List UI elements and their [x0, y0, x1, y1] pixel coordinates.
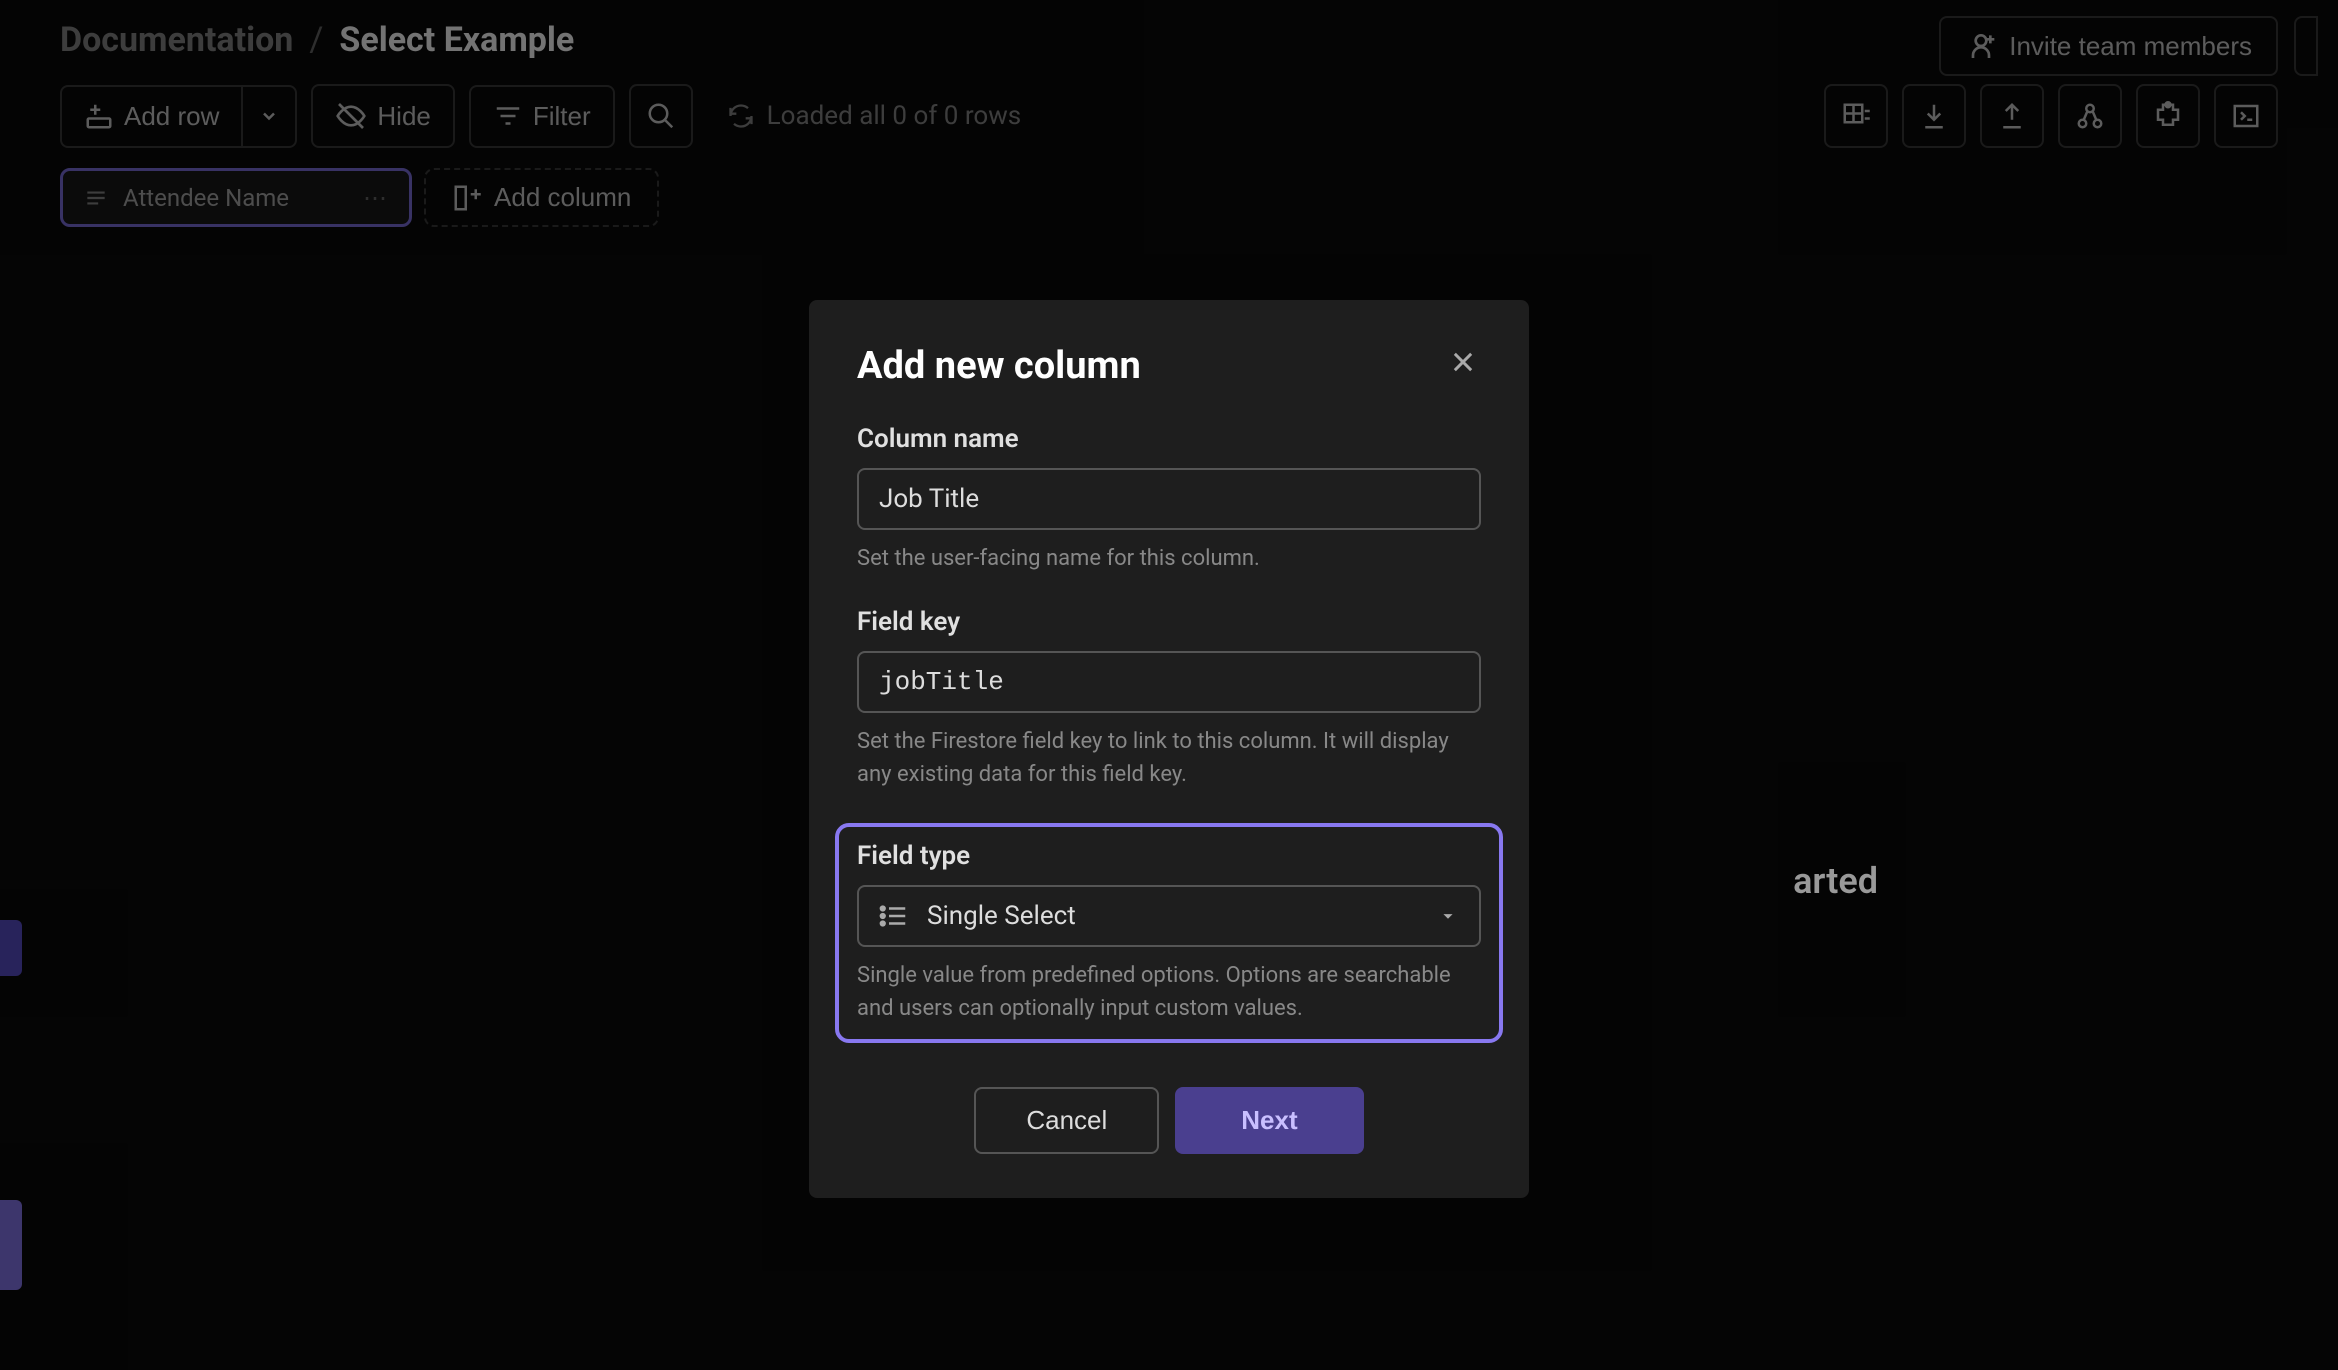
field-type-value: Single Select — [927, 901, 1076, 931]
column-name-label: Column name — [857, 424, 1481, 454]
background-hint: arted — [1793, 860, 1878, 902]
modal-overlay: arted Add new column Column name Set the… — [0, 0, 2338, 1370]
field-type-label: Field type — [857, 841, 1481, 871]
field-type-select[interactable]: Single Select — [857, 885, 1481, 947]
add-column-modal: Add new column Column name Set the user-… — [809, 300, 1529, 1198]
cancel-button[interactable]: Cancel — [974, 1087, 1159, 1154]
chevron-down-icon — [1437, 905, 1459, 927]
field-key-help: Set the Firestore field key to link to t… — [857, 725, 1481, 791]
next-button[interactable]: Next — [1175, 1087, 1363, 1154]
field-key-label: Field key — [857, 607, 1481, 637]
list-icon — [879, 901, 909, 931]
field-key-input[interactable] — [857, 651, 1481, 713]
modal-close-button[interactable] — [1441, 340, 1485, 384]
field-type-help: Single value from predefined options. Op… — [857, 959, 1481, 1025]
modal-title: Add new column — [857, 344, 1481, 388]
column-name-input[interactable] — [857, 468, 1481, 530]
column-name-help: Set the user-facing name for this column… — [857, 542, 1481, 575]
close-icon — [1449, 348, 1477, 376]
